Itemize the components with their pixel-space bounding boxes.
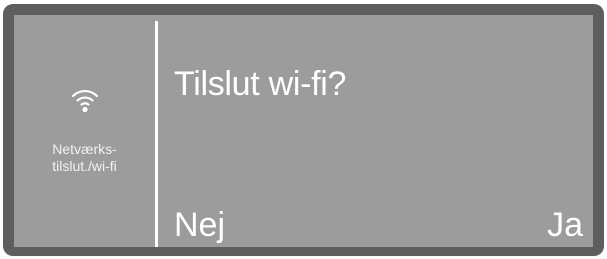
sidebar-label-line-1: Netværks-: [52, 141, 117, 157]
vertical-divider: [155, 21, 158, 247]
sidebar-panel: Netværks- tilslut./wi-fi: [14, 15, 155, 247]
display-screen: Netværks- tilslut./wi-fi Tilslut wi-fi? …: [14, 15, 593, 247]
sidebar-label: Netværks- tilslut./wi-fi: [14, 141, 155, 175]
no-button[interactable]: Nej: [174, 205, 225, 245]
sidebar-label-line-2: tilslut./wi-fi: [52, 158, 117, 174]
wifi-icon: [71, 89, 99, 113]
yes-button[interactable]: Ja: [547, 205, 583, 245]
dialog-prompt: Tilslut wi-fi?: [174, 65, 347, 103]
device-display-frame: Netværks- tilslut./wi-fi Tilslut wi-fi? …: [3, 4, 604, 256]
